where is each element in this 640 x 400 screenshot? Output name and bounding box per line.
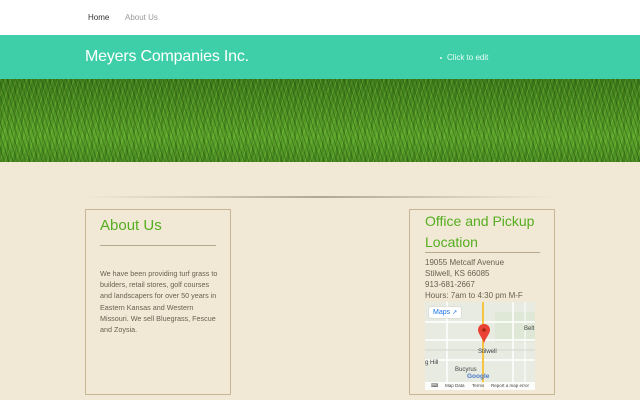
address-line-1: 19055 Metcalf Avenue	[425, 258, 505, 267]
about-us-heading: About Us	[100, 217, 162, 234]
map-label-hill: g Hill	[425, 360, 439, 366]
section-divider	[85, 196, 555, 198]
office-location-card: Office and Pickup Location 19055 Metcalf…	[409, 209, 555, 395]
terms-link[interactable]: Terms	[472, 383, 484, 388]
map-data-link[interactable]: Map Data	[445, 383, 465, 388]
top-navigation: Home About Us	[0, 0, 640, 35]
keyboard-icon[interactable]: ⌨	[431, 383, 438, 389]
about-us-text: We have been providing turf grass to bui…	[100, 269, 218, 335]
grass-banner-image	[0, 79, 640, 162]
report-map-error-link[interactable]: Report a map error	[491, 383, 529, 388]
click-to-edit-link[interactable]: Click to edit	[440, 53, 488, 62]
open-in-maps-button[interactable]: Maps ↗	[429, 307, 462, 318]
business-hours: Hours: 7am to 4:30 pm M-F	[425, 291, 523, 300]
office-heading-rule	[425, 252, 540, 253]
phone-number: 913-681-2667	[425, 280, 475, 289]
click-to-edit-label: Click to edit	[447, 53, 489, 62]
nav-link-about-us[interactable]: About Us	[125, 13, 158, 22]
about-us-card: About Us We have been providing turf gra…	[85, 209, 231, 395]
office-heading: Office and Pickup Location	[425, 213, 535, 250]
external-link-icon: ↗	[452, 310, 458, 316]
map-footer: ⌨ Map Data Terms Report a map error	[425, 382, 535, 390]
map-label-stilwell: Stilwell	[478, 349, 497, 355]
site-title: Meyers Companies Inc.	[85, 48, 249, 65]
site-header: Meyers Companies Inc. Click to edit	[0, 35, 640, 79]
nav-link-home[interactable]: Home	[88, 13, 109, 22]
map-label-belt: Belt	[524, 326, 535, 332]
maps-button-label: Maps	[433, 309, 451, 316]
address-line-2: Stilwell, KS 66085	[425, 269, 490, 278]
about-heading-rule	[100, 245, 216, 246]
google-logo: Google	[467, 373, 490, 380]
bullet-icon	[440, 56, 442, 59]
google-map[interactable]: Maps ↗ Belt Stilwell g Hill Bucyrus Googl…	[425, 302, 535, 390]
